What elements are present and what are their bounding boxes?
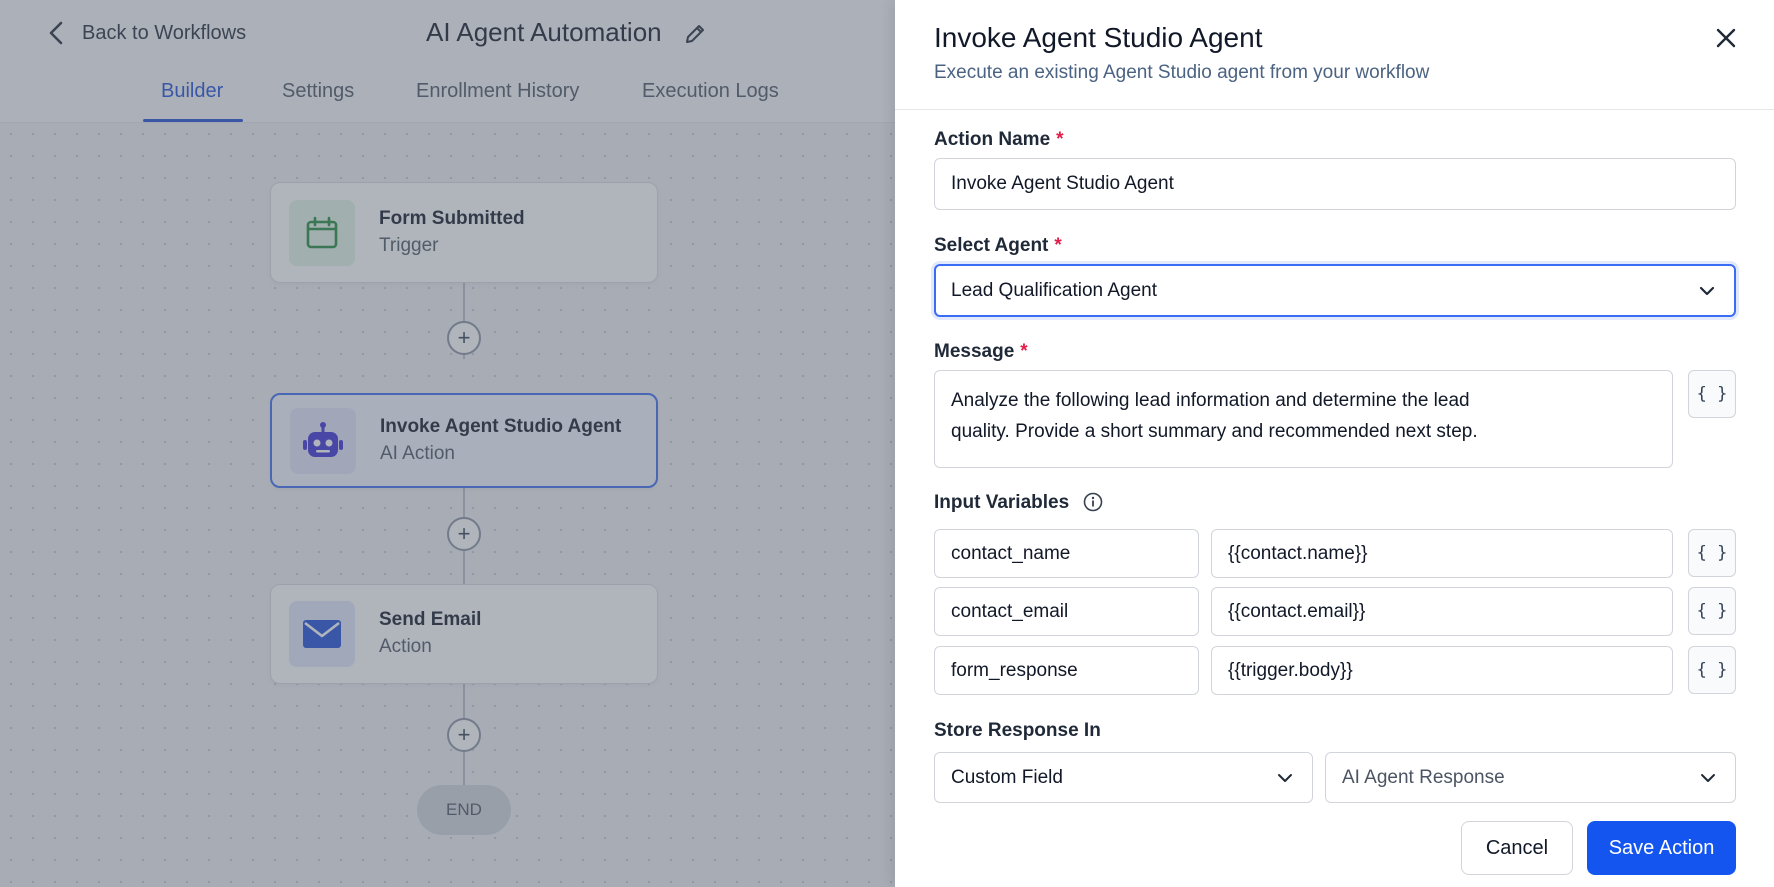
node-subtitle: Trigger (379, 234, 439, 256)
message-line: Analyze the following lead information a… (951, 390, 1470, 411)
add-step-button[interactable]: + (447, 517, 481, 551)
node-subtitle: AI Action (380, 442, 455, 464)
insert-variable-button[interactable]: { } (1688, 529, 1736, 577)
tab-execution-logs[interactable]: Execution Logs (642, 80, 779, 103)
node-title: Form Submitted (379, 207, 525, 229)
back-to-workflows-link[interactable]: Back to Workflows (44, 20, 246, 46)
tab-builder[interactable]: Builder (161, 80, 223, 103)
message-line: quality. Provide a short summary and rec… (951, 421, 1478, 442)
variable-value-input[interactable]: {{contact.email}} (1211, 587, 1673, 636)
select-agent-label: Select Agent * (934, 235, 1062, 256)
required-marker: * (1056, 129, 1064, 150)
message-label: Message * (934, 341, 1028, 362)
variable-key-input[interactable]: contact_email (934, 587, 1199, 636)
message-textarea[interactable]: Analyze the following lead information a… (934, 370, 1673, 468)
node-title: Invoke Agent Studio Agent (380, 415, 622, 437)
store-response-type-dropdown[interactable]: Custom Field (934, 752, 1313, 803)
drawer-subtitle: Execute an existing Agent Studio agent f… (934, 62, 1430, 83)
pencil-icon[interactable] (683, 22, 707, 46)
add-step-button[interactable]: + (447, 321, 481, 355)
robot-icon (290, 407, 356, 474)
save-action-button[interactable]: Save Action (1587, 821, 1736, 875)
store-response-type-value: Custom Field (951, 766, 1063, 788)
select-agent-dropdown[interactable]: Lead Qualification Agent (934, 264, 1736, 317)
chevron-down-icon (1698, 282, 1716, 300)
variable-value-input[interactable]: {{contact.name}} (1211, 529, 1673, 578)
input-variables-label: Input Variables (934, 492, 1070, 513)
info-icon[interactable] (1083, 492, 1103, 512)
insert-variable-button[interactable]: { } (1688, 370, 1736, 418)
node-subtitle: Action (379, 636, 432, 657)
variable-key-input[interactable]: contact_name (934, 529, 1199, 578)
store-response-field-value: AI Agent Response (1342, 766, 1505, 788)
drawer-header: Invoke Agent Studio Agent Execute an exi… (895, 0, 1774, 110)
store-response-label: Store Response In (934, 720, 1101, 741)
cancel-button[interactable]: Cancel (1461, 821, 1573, 875)
active-tab-indicator (143, 119, 243, 122)
workflow-node-send-email[interactable]: Send Email Action (270, 584, 658, 684)
end-node: END (417, 785, 511, 835)
variable-key-input[interactable]: form_response (934, 646, 1199, 695)
chevron-down-icon (1276, 769, 1294, 787)
back-label: Back to Workflows (82, 21, 247, 44)
action-config-drawer: Invoke Agent Studio Agent Execute an exi… (895, 0, 1774, 887)
envelope-icon (289, 601, 355, 667)
selected-agent-value: Lead Qualification Agent (951, 279, 1157, 301)
action-name-label: Action Name * (934, 129, 1064, 150)
workflow-title: AI Agent Automation (426, 17, 662, 47)
workflow-node-trigger[interactable]: Form Submitted Trigger (270, 182, 658, 283)
close-icon[interactable] (1712, 24, 1740, 52)
tab-settings[interactable]: Settings (282, 80, 354, 103)
chevron-down-icon (1699, 769, 1717, 787)
required-marker: * (1020, 341, 1028, 362)
chevron-left-icon (44, 20, 68, 46)
node-title: Send Email (379, 609, 482, 630)
add-step-button[interactable]: + (447, 718, 481, 752)
action-name-input[interactable]: Invoke Agent Studio Agent (934, 158, 1736, 210)
tab-enrollment-history[interactable]: Enrollment History (416, 80, 579, 103)
store-response-field-dropdown[interactable]: AI Agent Response (1325, 752, 1736, 803)
top-bar: Back to Workflows AI Agent Automation (0, 0, 895, 68)
required-marker: * (1054, 235, 1062, 256)
calendar-icon (289, 199, 355, 266)
drawer-title: Invoke Agent Studio Agent (934, 22, 1263, 53)
insert-variable-button[interactable]: { } (1688, 646, 1736, 694)
workflow-node-ai-action[interactable]: Invoke Agent Studio Agent AI Action (270, 393, 658, 488)
variable-value-input[interactable]: {{trigger.body}} (1211, 646, 1673, 695)
insert-variable-button[interactable]: { } (1688, 587, 1736, 635)
workflow-builder: Back to Workflows AI Agent Automation Bu… (0, 0, 895, 887)
